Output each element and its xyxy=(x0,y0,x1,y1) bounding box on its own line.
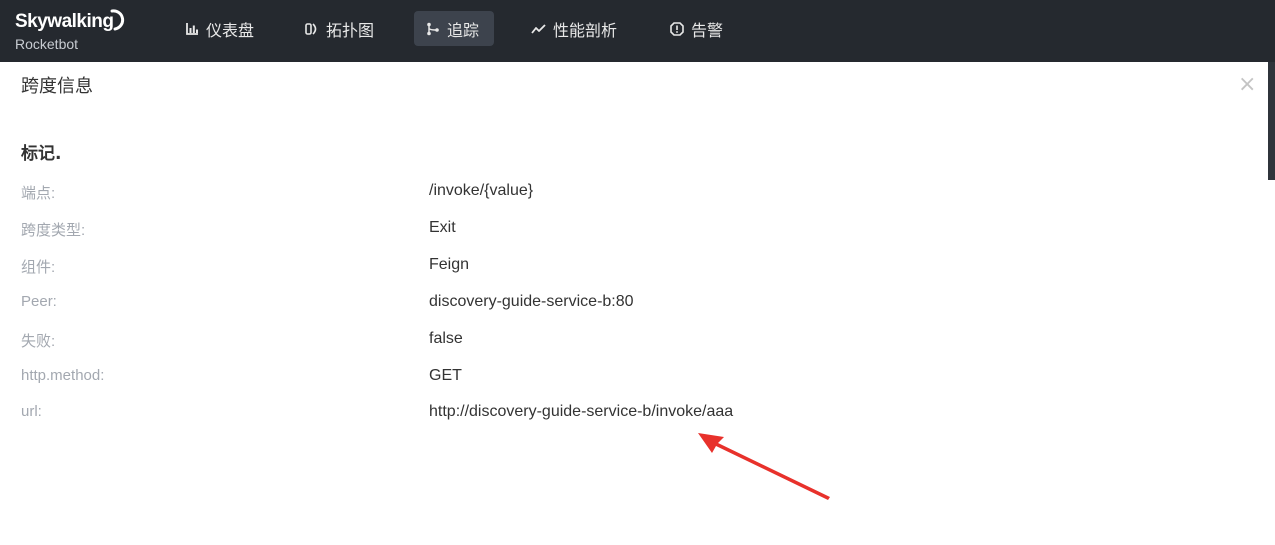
nav-tab-label: 追踪 xyxy=(447,20,480,40)
brand-subtitle: Rocketbot xyxy=(15,36,79,52)
nav-tab-alarm[interactable]: 告警 xyxy=(658,11,735,46)
nav-tab-label: 性能剖析 xyxy=(553,20,618,40)
tags-section-title: 标记. xyxy=(21,144,62,164)
nav-tab-trace[interactable]: 追踪 xyxy=(414,11,494,46)
row-value-failed: false xyxy=(429,330,463,347)
row-label-span-type: 跨度类型: xyxy=(21,222,86,239)
row-label-component: 组件: xyxy=(21,259,56,276)
row-label-failed: 失败: xyxy=(21,333,56,350)
nav-tab-dashboard[interactable]: 仪表盘 xyxy=(174,11,266,46)
nav-tab-topology[interactable]: 拓扑图 xyxy=(293,11,386,46)
logo-arc-icon xyxy=(110,9,125,31)
row-value-component: Feign xyxy=(429,256,470,273)
trend-icon xyxy=(531,23,546,34)
scrollbar[interactable] xyxy=(1268,62,1275,180)
brand-name: Skywalking xyxy=(15,11,114,32)
row-label-peer: Peer: xyxy=(21,293,57,310)
topology-icon xyxy=(305,22,317,35)
close-button[interactable]: × xyxy=(1238,74,1256,96)
panel-title: 跨度信息 xyxy=(21,76,93,97)
nav-tab-profiling[interactable]: 性能剖析 xyxy=(519,11,629,46)
row-value-url: http://discovery-guide-service-b/invoke/… xyxy=(429,403,734,420)
row-value-http-method: GET xyxy=(429,367,462,384)
nav-tab-label: 仪表盘 xyxy=(206,20,255,40)
row-value-span-type: Exit xyxy=(429,219,456,236)
annotation-arrow-icon xyxy=(698,433,830,500)
top-navigation-bar: Skywalking Rocketbot 仪表盘 拓扑图 追踪 性能剖析 告警 xyxy=(0,0,1275,62)
row-label-http-method: http.method: xyxy=(21,367,105,384)
chart-icon xyxy=(186,23,198,35)
skywalking-logo[interactable]: Skywalking Rocketbot xyxy=(15,9,130,55)
alarm-icon xyxy=(670,21,684,36)
row-label-url: url: xyxy=(21,403,42,420)
nav-tab-label: 拓扑图 xyxy=(326,20,375,40)
row-label-endpoint: 端点: xyxy=(21,185,56,202)
trace-icon xyxy=(427,22,439,35)
nav-tab-label: 告警 xyxy=(691,20,724,40)
row-value-endpoint: /invoke/{value} xyxy=(429,182,534,199)
row-value-peer: discovery-guide-service-b:80 xyxy=(429,293,634,310)
